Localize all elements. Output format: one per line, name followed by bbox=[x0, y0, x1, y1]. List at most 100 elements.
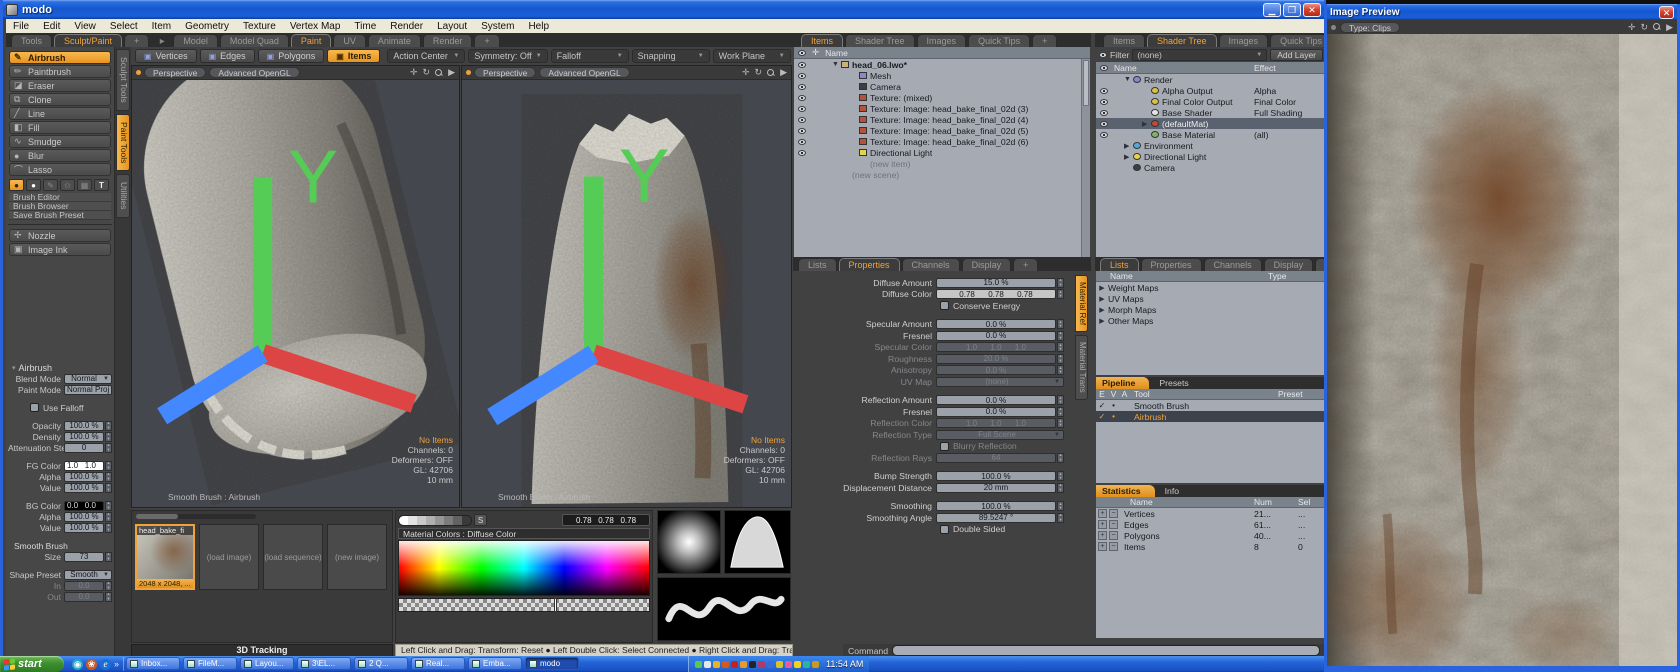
taskbar-task-button[interactable]: Real... bbox=[411, 657, 465, 670]
layout-tab[interactable]: Sculpt/Paint bbox=[54, 34, 122, 47]
pan-icon[interactable]: ✛ bbox=[410, 67, 418, 78]
orbit-icon[interactable]: ↻ bbox=[423, 67, 431, 78]
panel-subtab[interactable]: Channels bbox=[902, 258, 960, 271]
zoom-icon[interactable] bbox=[767, 69, 775, 77]
preview-texture-canvas[interactable] bbox=[1327, 34, 1677, 666]
property-field[interactable]: 0.0 %▼ bbox=[936, 407, 1056, 417]
collapse-arrow-icon[interactable]: ▾ bbox=[12, 364, 16, 372]
spinner[interactable]: ▴▾ bbox=[105, 421, 112, 431]
eye-icon[interactable] bbox=[1100, 88, 1108, 94]
panel-subtab[interactable]: Channels bbox=[1204, 258, 1262, 271]
property-field[interactable]: 20 mm▼ bbox=[936, 483, 1056, 493]
extra-tool-button[interactable]: ▣ Image Ink bbox=[9, 243, 111, 256]
property-field[interactable]: 1.0 1.0 1.0▼ bbox=[936, 342, 1056, 352]
tool-button[interactable]: ✎ Airbrush bbox=[9, 51, 111, 64]
spinner[interactable]: ▴▾ bbox=[1057, 418, 1064, 428]
clip-thumbnail[interactable]: (new image) (new image) bbox=[327, 524, 387, 590]
expand-arrow-icon[interactable]: ▼ bbox=[832, 61, 841, 68]
brush-link[interactable]: Save Brush Preset bbox=[9, 211, 111, 220]
shader-row[interactable]: Base Material (all) bbox=[1096, 129, 1326, 140]
pipeline-row[interactable]: ✓ • Smooth Brush bbox=[1096, 400, 1326, 411]
taskbar-task-button[interactable]: modo bbox=[525, 657, 579, 670]
text-tool-button[interactable]: T bbox=[94, 179, 109, 191]
item-row[interactable]: Texture: Image: head_bake_final_02d (4) bbox=[794, 114, 1090, 125]
eye-icon[interactable] bbox=[798, 128, 806, 134]
spinner[interactable]: ▴▾ bbox=[1057, 354, 1064, 364]
expand-arrow-icon[interactable]: ▶ bbox=[1124, 153, 1133, 161]
list-row[interactable]: ▶ Other Maps bbox=[1096, 315, 1326, 326]
item-row[interactable]: (new scene) bbox=[794, 169, 1090, 180]
statistics-row[interactable]: + − Vertices 21... ... bbox=[1096, 508, 1326, 519]
property-field[interactable]: 0.0 %▼ bbox=[936, 365, 1056, 375]
panel-subtab[interactable]: Properties bbox=[839, 258, 900, 271]
brush-tip-star-icon[interactable]: ✩ bbox=[60, 179, 75, 191]
item-row[interactable]: (new item) bbox=[794, 158, 1090, 169]
value-field[interactable]: Smooth▼ bbox=[64, 570, 112, 580]
property-field[interactable]: 20.0 %▼ bbox=[936, 354, 1056, 364]
menu-item[interactable]: System bbox=[474, 21, 521, 32]
quick-launch-overflow-icon[interactable]: » bbox=[114, 659, 119, 669]
component-mode-button[interactable]: ▣Vertices bbox=[135, 49, 197, 63]
panel-tab[interactable]: Shader Tree bbox=[1147, 34, 1217, 47]
item-row[interactable]: Texture: Image: head_bake_final_02d (6) bbox=[794, 136, 1090, 147]
component-mode-button[interactable]: ▣Polygons bbox=[258, 49, 325, 63]
spinner[interactable]: ▴▾ bbox=[105, 592, 112, 602]
tool-button[interactable]: ╱ Line bbox=[9, 107, 111, 120]
visible-dot-icon[interactable]: • bbox=[1108, 401, 1119, 410]
expand-icon[interactable]: ▶ bbox=[780, 67, 787, 78]
preview-title-bar[interactable]: Image Preview ✕ bbox=[1327, 4, 1677, 20]
preview-type-button[interactable]: Type: Clips bbox=[1340, 22, 1400, 33]
viewport-right[interactable]: Perspective Advanced OpenGL ✛ ↻ ▶ No Ite… bbox=[461, 65, 792, 508]
panel-tab[interactable]: Images bbox=[917, 34, 967, 47]
tray-icon[interactable] bbox=[740, 661, 747, 668]
shader-row[interactable]: ▶ Directional Light bbox=[1096, 151, 1326, 162]
select-subtract-button[interactable]: − bbox=[1109, 520, 1118, 529]
item-row[interactable]: ▼ head_06.lwo* bbox=[794, 59, 1090, 70]
spinner[interactable]: ▴▾ bbox=[105, 461, 112, 471]
zoom-icon[interactable] bbox=[1653, 23, 1661, 31]
select-subtract-button[interactable]: − bbox=[1109, 542, 1118, 551]
pipeline-presets-label[interactable]: Presets bbox=[1149, 377, 1188, 389]
title-bar[interactable]: modo ▁ ❒ ✕ bbox=[3, 0, 1324, 19]
clip-thumbnail[interactable]: (load image) (load image) bbox=[199, 524, 259, 590]
expand-arrow-icon[interactable]: ▼ bbox=[1124, 76, 1133, 83]
property-field[interactable]: 0.0 %▼ bbox=[936, 319, 1056, 329]
property-field[interactable]: 100.0 %▼ bbox=[936, 501, 1056, 511]
eye-icon[interactable] bbox=[798, 84, 806, 90]
property-field[interactable]: 100.0 %▼ bbox=[936, 471, 1056, 481]
tray-icon[interactable] bbox=[695, 661, 702, 668]
viewport-mode-button[interactable]: Perspective bbox=[474, 67, 536, 78]
sidebar-vertical-tab[interactable]: Paint Tools bbox=[116, 114, 130, 171]
checkbox[interactable] bbox=[940, 442, 949, 451]
start-button[interactable]: start bbox=[0, 656, 64, 672]
list-row[interactable]: ▶ Weight Maps bbox=[1096, 282, 1326, 293]
panel-tab[interactable]: Items bbox=[801, 34, 843, 47]
eye-icon[interactable] bbox=[798, 106, 806, 112]
statistics-row[interactable]: + − Polygons 40... ... bbox=[1096, 530, 1326, 541]
tray-icon[interactable] bbox=[749, 661, 756, 668]
eye-icon[interactable] bbox=[1100, 99, 1108, 105]
menu-item[interactable]: Render bbox=[383, 21, 430, 32]
expand-icon[interactable]: ▶ bbox=[1666, 22, 1673, 33]
checkbox[interactable] bbox=[940, 301, 949, 310]
panel-tab[interactable]: + bbox=[1032, 34, 1057, 47]
tool-button[interactable]: ⌒ Lasso bbox=[9, 163, 111, 176]
menu-item[interactable]: Vertex Map bbox=[283, 21, 348, 32]
tool-button[interactable]: ◪ Eraser bbox=[9, 79, 111, 92]
tray-icon[interactable] bbox=[803, 661, 810, 668]
value-field[interactable]: Normal▼ bbox=[64, 374, 112, 384]
statistics-info-label[interactable]: Info bbox=[1155, 485, 1180, 497]
spinner[interactable]: ▴▾ bbox=[1057, 331, 1064, 341]
spinner[interactable]: ▴▾ bbox=[1057, 471, 1064, 481]
clips-scrollbar[interactable] bbox=[136, 514, 256, 519]
property-field[interactable]: 0.78 0.78 0.78▼ bbox=[936, 289, 1056, 299]
menu-item[interactable]: Geometry bbox=[178, 21, 236, 32]
taskbar-clock[interactable]: 11:54 AM bbox=[826, 659, 863, 669]
spinner[interactable]: ▴▾ bbox=[105, 483, 112, 493]
tool-button[interactable]: ◧ Fill bbox=[9, 121, 111, 134]
viewport-renderer-button[interactable]: Advanced OpenGL bbox=[209, 67, 299, 78]
spinner[interactable]: ▴▾ bbox=[1057, 319, 1064, 329]
item-row[interactable]: Mesh bbox=[794, 70, 1090, 81]
value-slider-marker[interactable] bbox=[554, 598, 557, 612]
spinner[interactable]: ▴▾ bbox=[1057, 365, 1064, 375]
